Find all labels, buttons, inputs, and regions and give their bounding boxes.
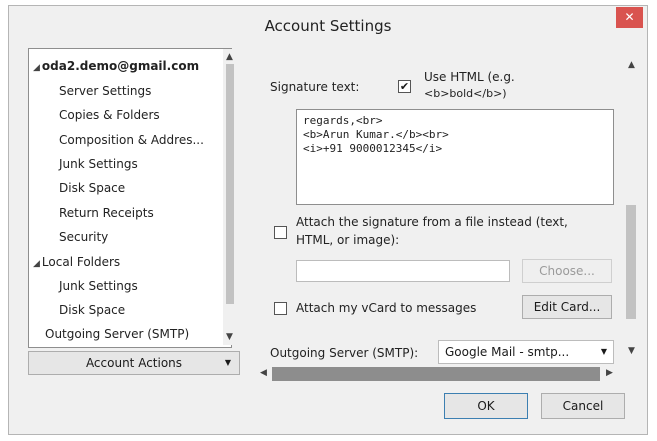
signature-textarea[interactable]: regards,<br> <b>Arun Kumar.</b><br> <i>+… bbox=[296, 109, 614, 205]
cancel-button[interactable]: Cancel bbox=[541, 393, 625, 419]
tree-scroll-thumb[interactable] bbox=[226, 64, 234, 304]
signature-line: regards,<br> bbox=[303, 114, 383, 127]
smtp-select[interactable]: Google Mail - smtp... ▼ bbox=[438, 340, 614, 364]
edit-card-button[interactable]: Edit Card... bbox=[522, 295, 612, 319]
attach-vcard-checkbox[interactable] bbox=[274, 302, 287, 315]
tree-item-junk-settings[interactable]: Junk Settings bbox=[59, 157, 138, 171]
use-html-checkbox[interactable]: ✔ bbox=[398, 80, 411, 93]
tree-item-account[interactable]: ◢ oda2.demo@gmail.com bbox=[33, 59, 199, 73]
tree-item-local-folders[interactable]: ◢ Local Folders bbox=[33, 255, 120, 269]
account-actions-label: Account Actions bbox=[85, 356, 183, 370]
use-html-example: <b>bold</b>) bbox=[424, 87, 507, 100]
signature-line: <b>Arun Kumar.</b><br> bbox=[303, 128, 449, 141]
signature-file-path-input[interactable] bbox=[296, 260, 510, 282]
tree-item-label: oda2.demo@gmail.com bbox=[41, 59, 200, 73]
choose-file-button[interactable]: Choose... bbox=[522, 259, 612, 283]
attach-file-checkbox[interactable] bbox=[274, 226, 287, 239]
tree-item-composition[interactable]: Composition & Addres... bbox=[59, 133, 204, 147]
window-title: Account Settings bbox=[264, 17, 392, 35]
account-actions-button[interactable]: Account Actions ▼ bbox=[28, 351, 240, 375]
attach-file-label-2: HTML, or image): bbox=[296, 233, 400, 247]
tree-item-security[interactable]: Security bbox=[59, 230, 108, 244]
pane-scroll-down-icon[interactable]: ▼ bbox=[628, 346, 635, 356]
pane-scroll-up-icon[interactable]: ▲ bbox=[628, 60, 635, 70]
expanded-arrow-icon[interactable]: ◢ bbox=[33, 63, 40, 73]
tree-item-return-receipts[interactable]: Return Receipts bbox=[59, 206, 154, 220]
tree-item-local-junk-settings[interactable]: Junk Settings bbox=[59, 279, 138, 293]
close-button[interactable]: ✕ bbox=[616, 7, 643, 28]
tree-scroll-up-icon[interactable]: ▲ bbox=[226, 52, 233, 62]
smtp-label: Outgoing Server (SMTP): bbox=[270, 346, 419, 360]
expanded-arrow-icon[interactable]: ◢ bbox=[33, 259, 40, 269]
tree-item-disk-space[interactable]: Disk Space bbox=[59, 181, 125, 195]
title-bar: Account Settings ✕ bbox=[9, 6, 647, 46]
signature-label: Signature text: bbox=[270, 80, 360, 94]
dropdown-arrow-icon: ▼ bbox=[224, 358, 231, 367]
tree-item-server-settings[interactable]: Server Settings bbox=[59, 84, 151, 98]
tree-scroll-down-icon[interactable]: ▼ bbox=[226, 332, 233, 342]
ok-button[interactable]: OK bbox=[444, 393, 528, 419]
attach-vcard-label: Attach my vCard to messages bbox=[296, 301, 477, 315]
use-html-label: Use HTML (e.g. bbox=[424, 70, 515, 84]
horizontal-scrollbar[interactable] bbox=[272, 367, 600, 381]
pane-scroll-thumb[interactable] bbox=[626, 205, 636, 319]
smtp-select-value: Google Mail - smtp... bbox=[445, 345, 570, 359]
tree-item-local-disk-space[interactable]: Disk Space bbox=[59, 303, 125, 317]
hscroll-right-icon[interactable]: ▶ bbox=[606, 368, 613, 378]
tree-item-copies-folders[interactable]: Copies & Folders bbox=[59, 108, 160, 122]
tree-item-outgoing-server[interactable]: Outgoing Server (SMTP) bbox=[45, 327, 189, 341]
signature-line: <i>+91 9000012345</i> bbox=[303, 142, 443, 155]
attach-file-label: Attach the signature from a file instead… bbox=[296, 215, 568, 229]
dropdown-arrow-icon: ▼ bbox=[600, 347, 607, 356]
hscroll-left-icon[interactable]: ◀ bbox=[260, 368, 267, 378]
tree-item-label: Local Folders bbox=[41, 255, 121, 269]
account-tree[interactable]: ◢ oda2.demo@gmail.com Server Settings Cop… bbox=[28, 48, 232, 348]
